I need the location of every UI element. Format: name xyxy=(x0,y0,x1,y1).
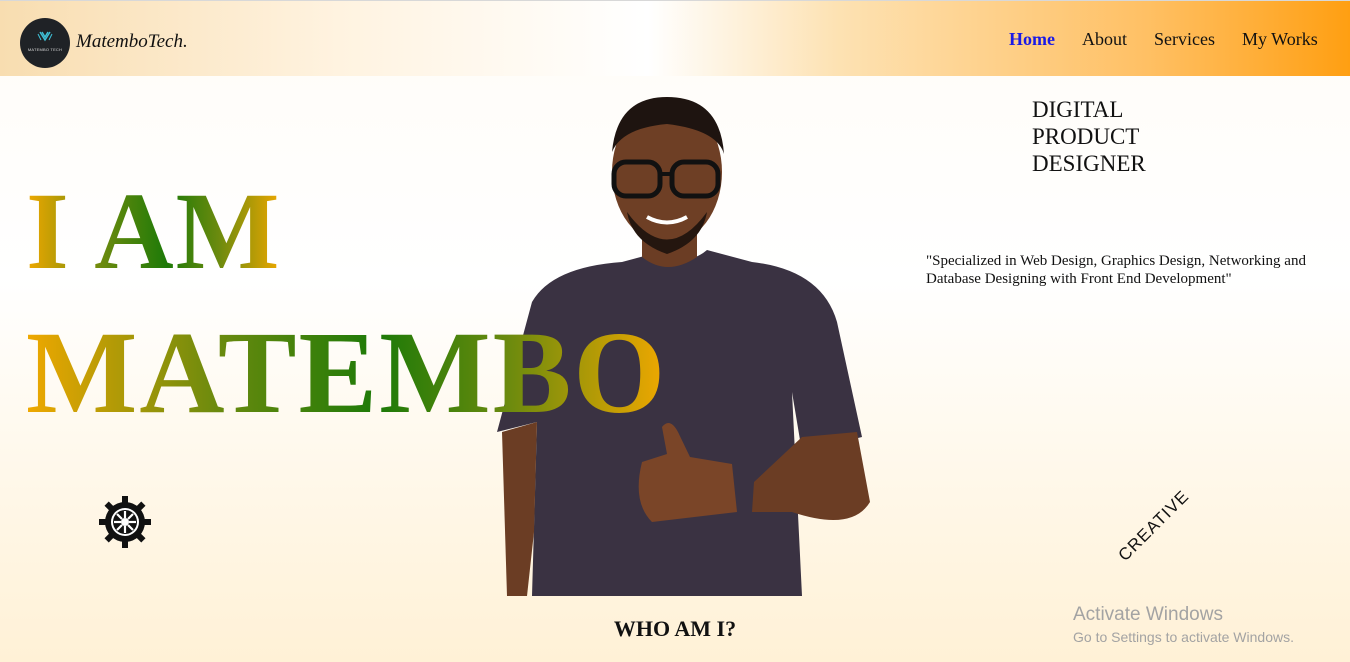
main-nav: Home About Services My Works xyxy=(0,29,1350,53)
nav-about[interactable]: About xyxy=(1082,29,1127,50)
creative-badge: CREATIVE xyxy=(1114,486,1193,565)
role-line: PRODUCT xyxy=(1032,124,1140,149)
hero-line-1: I AM xyxy=(26,168,282,295)
watermark-title: Activate Windows xyxy=(1073,604,1223,625)
watermark-subtitle: Go to Settings to activate Windows. xyxy=(1073,629,1294,645)
section-title-who-am-i: WHO AM I? xyxy=(613,616,737,641)
role-line: DESIGNER xyxy=(1032,151,1146,176)
hero-line-2: MATEMBO xyxy=(26,305,667,441)
role-title: DIGITAL PRODUCT DESIGNER xyxy=(1032,96,1146,177)
nav-my-works[interactable]: My Works xyxy=(1242,29,1318,50)
gear-icon xyxy=(99,496,151,548)
nav-home[interactable]: Home xyxy=(1009,29,1055,50)
nav-services[interactable]: Services xyxy=(1154,29,1215,50)
role-line: DIGITAL xyxy=(1032,97,1124,122)
specialization-quote: "Specialized in Web Design, Graphics Des… xyxy=(926,253,1306,287)
site-header: MATEMBO TECH MatemboTech. Home About Ser… xyxy=(0,0,1350,76)
activate-windows-watermark: Activate Windows Go to Settings to activ… xyxy=(1073,604,1294,645)
